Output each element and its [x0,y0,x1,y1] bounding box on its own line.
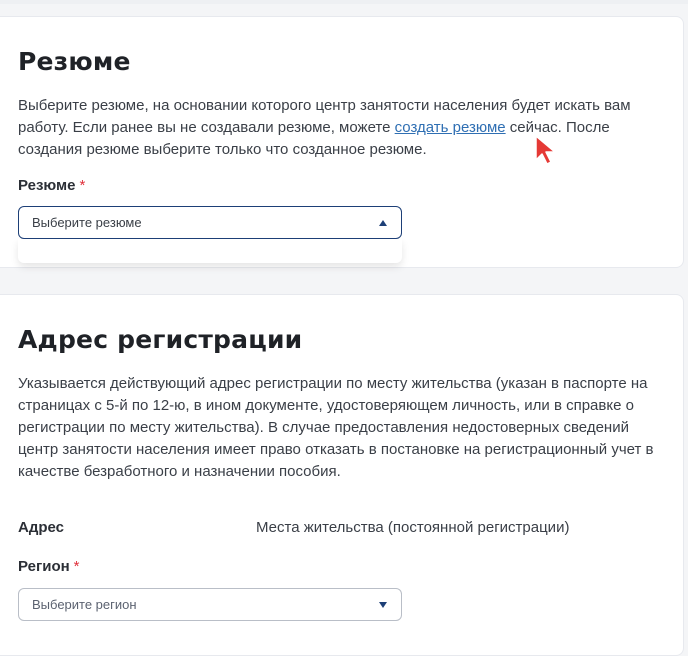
resume-description: Выберите резюме, на основании которого ц… [18,95,668,161]
chevron-down-icon [379,601,387,608]
create-resume-link[interactable]: создать резюме [395,119,506,136]
resume-field-label-text: Резюме [18,177,76,194]
address-card: Адрес регистрации Указывается действующи… [0,294,684,656]
region-field-label: Регион * [18,558,80,575]
region-select[interactable]: Выберите регион [18,588,402,621]
resume-card: Резюме Выберите резюме, на основании кот… [0,16,684,268]
required-mark: * [79,177,86,194]
address-value: Места жительства (постоянной регистрации… [256,519,570,536]
address-key: Адрес [18,519,65,536]
region-select-value: Выберите регион [32,597,137,612]
resume-field-label: Резюме * [18,177,85,194]
chevron-up-icon [379,219,387,226]
region-field-label-text: Регион [18,558,70,575]
mouse-cursor-icon [535,135,556,165]
address-description: Указывается действующий адрес регистраци… [18,375,654,480]
resume-select-value: Выберите резюме [32,215,142,230]
resume-title: Резюме [18,47,131,76]
required-mark: * [73,558,80,575]
top-divider [0,0,688,4]
resume-select[interactable]: Выберите резюме [18,206,402,239]
resume-dropdown-panel [18,239,402,263]
address-title: Адрес регистрации [18,325,303,354]
